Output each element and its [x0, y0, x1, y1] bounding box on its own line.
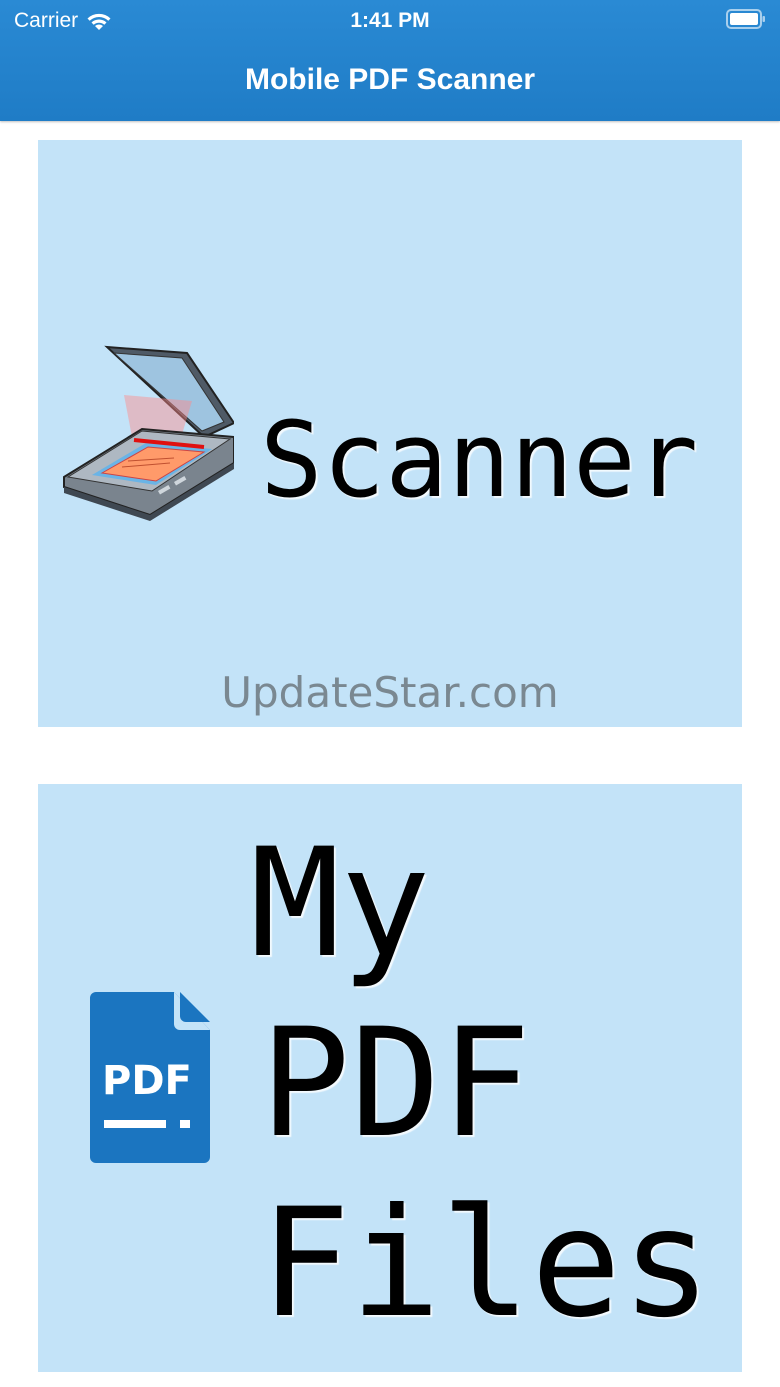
scanner-icon	[62, 345, 234, 521]
my-pdf-files-tile-button[interactable]: PDF My PDF Files	[38, 784, 742, 1372]
files-label-line-3: Files	[260, 1174, 712, 1354]
files-label-line-1: My	[250, 814, 712, 994]
status-time: 1:41 PM	[0, 8, 780, 34]
svg-text:PDF: PDF	[102, 1058, 192, 1104]
navigation-bar: Carrier 1:41 PM Mobile PDF Scanner	[0, 0, 780, 121]
pdf-file-icon: PDF	[90, 990, 210, 1165]
files-label-line-2: PDF	[260, 994, 712, 1174]
scanner-tile-button[interactable]: Scanner UpdateStar.com	[38, 140, 742, 727]
watermark-text: UpdateStar.com	[38, 668, 742, 717]
scanner-label: Scanner	[260, 400, 698, 520]
page-title: Mobile PDF Scanner	[0, 60, 780, 100]
battery-icon	[726, 9, 766, 29]
my-pdf-files-label: My PDF Files	[250, 814, 712, 1354]
